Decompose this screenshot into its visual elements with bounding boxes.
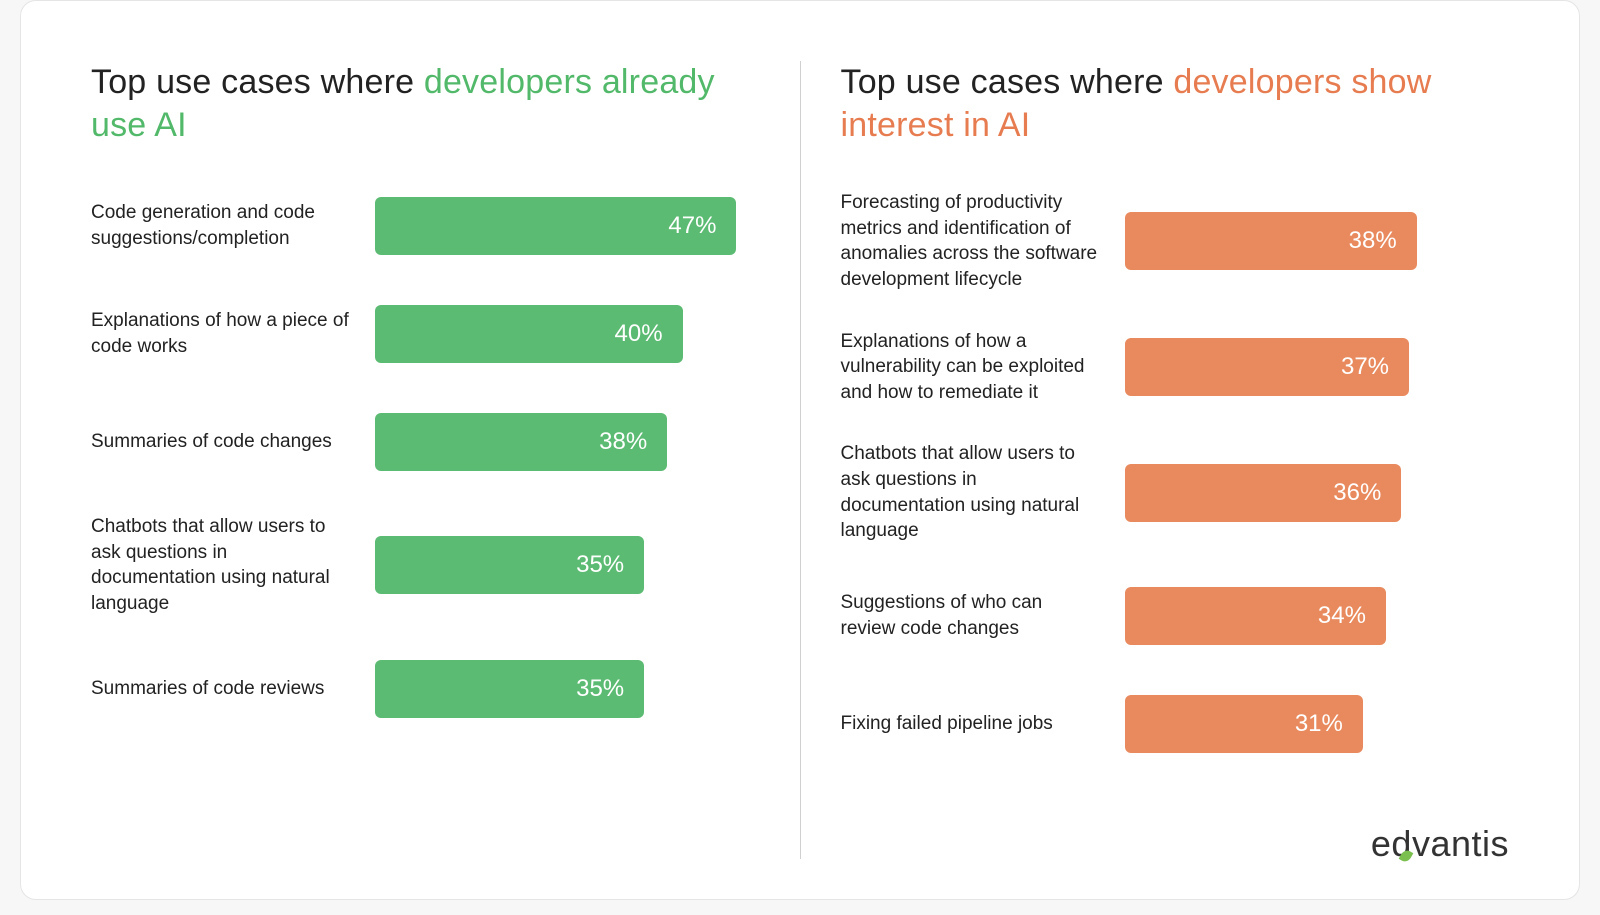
- rows-right: Forecasting of productivity metrics and …: [841, 190, 1510, 760]
- bar: 35%: [375, 536, 644, 594]
- bar: 40%: [375, 305, 683, 363]
- bar-track: 31%: [1125, 695, 1510, 753]
- bar-label: Explanations of how a piece of code work…: [91, 308, 351, 359]
- bar-row: Chatbots that allow users to ask questio…: [841, 441, 1510, 544]
- bar-value: 47%: [668, 212, 716, 240]
- bar-row: Code generation and code suggestions/com…: [91, 190, 760, 262]
- column-already-use: Top use cases where developers already u…: [91, 61, 800, 859]
- bar: 47%: [375, 197, 736, 255]
- bar-row: Chatbots that allow users to ask questio…: [91, 514, 760, 617]
- bar-label: Fixing failed pipeline jobs: [841, 711, 1101, 737]
- bar: 38%: [1125, 212, 1417, 270]
- bar-label: Summaries of code reviews: [91, 676, 351, 702]
- bar-label: Suggestions of who can review code chang…: [841, 590, 1101, 641]
- brand-logo: edvantis: [1371, 823, 1509, 865]
- bar: 35%: [375, 660, 644, 718]
- bar-row: Suggestions of who can review code chang…: [841, 580, 1510, 652]
- bar: 31%: [1125, 695, 1363, 753]
- columns: Top use cases where developers already u…: [91, 61, 1509, 859]
- column-title-left: Top use cases where developers already u…: [91, 61, 760, 146]
- bar-track: 35%: [375, 660, 760, 718]
- bar-value: 37%: [1341, 353, 1389, 381]
- bar-track: 38%: [1125, 212, 1510, 270]
- bar-track: 38%: [375, 413, 760, 471]
- bar-track: 37%: [1125, 338, 1510, 396]
- bar-track: 40%: [375, 305, 760, 363]
- bar-value: 38%: [599, 428, 647, 456]
- bar-value: 31%: [1295, 710, 1343, 738]
- bar-row: Forecasting of productivity metrics and …: [841, 190, 1510, 293]
- bar-row: Explanations of how a vulnerability can …: [841, 329, 1510, 406]
- rows-left: Code generation and code suggestions/com…: [91, 190, 760, 725]
- chart-card: Top use cases where developers already u…: [20, 0, 1580, 900]
- bar: 38%: [375, 413, 667, 471]
- bar-track: 47%: [375, 197, 760, 255]
- bar-track: 35%: [375, 536, 760, 594]
- bar-track: 36%: [1125, 464, 1510, 522]
- bar-label: Summaries of code changes: [91, 429, 351, 455]
- bar: 36%: [1125, 464, 1402, 522]
- bar-label: Chatbots that allow users to ask questio…: [841, 441, 1101, 544]
- bar-value: 36%: [1333, 479, 1381, 507]
- bar: 34%: [1125, 587, 1386, 645]
- bar: 37%: [1125, 338, 1410, 396]
- bar-row: Explanations of how a piece of code work…: [91, 298, 760, 370]
- bar-track: 34%: [1125, 587, 1510, 645]
- bar-value: 38%: [1349, 227, 1397, 255]
- title-pre: Top use cases where: [91, 63, 424, 101]
- bar-label: Explanations of how a vulnerability can …: [841, 329, 1101, 406]
- bar-value: 34%: [1318, 602, 1366, 630]
- column-title-right: Top use cases where developers show inte…: [841, 61, 1510, 146]
- bar-label: Forecasting of productivity metrics and …: [841, 190, 1101, 293]
- title-pre: Top use cases where: [841, 63, 1174, 101]
- column-interest: Top use cases where developers show inte…: [800, 61, 1510, 859]
- bar-label: Code generation and code suggestions/com…: [91, 200, 351, 251]
- bar-value: 40%: [615, 320, 663, 348]
- brand-pre: e: [1371, 823, 1392, 865]
- bar-label: Chatbots that allow users to ask questio…: [91, 514, 351, 617]
- bar-row: Summaries of code changes 38%: [91, 406, 760, 478]
- bar-row: Summaries of code reviews 35%: [91, 653, 760, 725]
- bar-value: 35%: [576, 675, 624, 703]
- bar-value: 35%: [576, 551, 624, 579]
- bar-row: Fixing failed pipeline jobs 31%: [841, 688, 1510, 760]
